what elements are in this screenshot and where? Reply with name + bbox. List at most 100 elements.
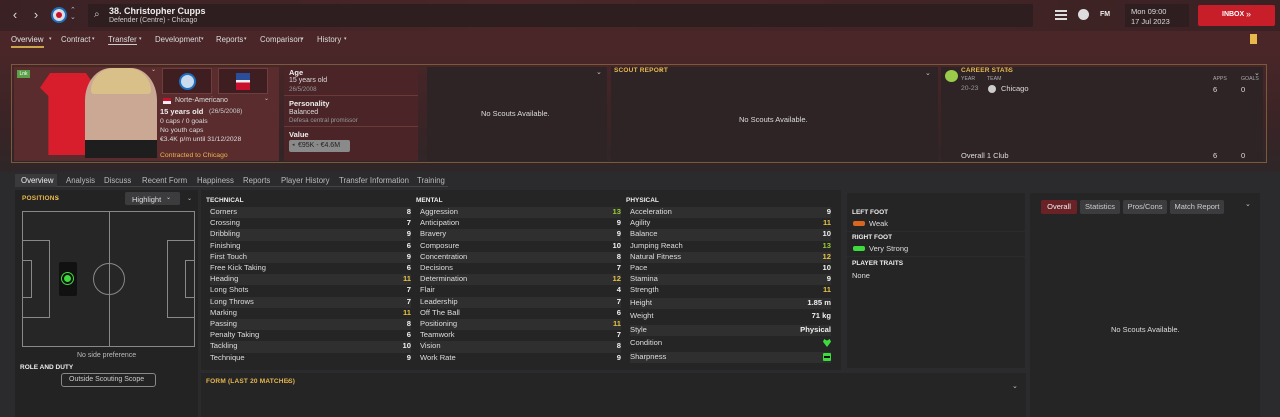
attribute-value: 13	[612, 207, 621, 216]
tab-overview[interactable]: Overview	[21, 176, 54, 185]
no-scouts-3: No Scouts Available.	[1111, 325, 1180, 334]
style-row: Style Physical	[630, 325, 831, 337]
tab-discuss[interactable]: Discuss	[104, 176, 131, 185]
menu-comparison[interactable]: Comparison	[260, 35, 302, 44]
menu-icon[interactable]	[1055, 10, 1067, 20]
menu-contract[interactable]: Contract	[61, 35, 90, 44]
weight-value: 71 kg	[811, 311, 831, 320]
tab-reports[interactable]: Reports	[243, 176, 270, 185]
career-team[interactable]: Chicago	[1001, 84, 1029, 93]
attribute-name: Anticipation	[420, 218, 460, 228]
chevron-down-icon[interactable]: ⌄	[925, 69, 931, 77]
attribute-value: 9	[406, 352, 411, 362]
right-foot-label: RIGHT FOOT	[852, 234, 893, 241]
scouting-scope-label: Outside Scouting Scope	[69, 376, 145, 383]
nation-badge-box[interactable]	[218, 68, 268, 94]
traits-panel	[847, 257, 1025, 368]
menu-transfer[interactable]: Transfer	[108, 35, 137, 45]
back-icon[interactable]: ‹	[8, 8, 22, 22]
personality-label: Personality	[289, 99, 330, 108]
chevron-down-icon[interactable]: ⌄	[1245, 200, 1251, 208]
mental-row: Concentration 8	[420, 251, 621, 263]
form-label[interactable]: FORM (LAST 20 MATCHES)	[206, 378, 295, 385]
career-total-goals: 0	[1241, 151, 1246, 160]
mental-row: Teamwork 7	[420, 330, 621, 341]
tab-overall[interactable]: Overall	[1041, 200, 1077, 214]
caps: 0 caps / 0 goals	[160, 118, 208, 125]
mental-row: Work Rate 9	[420, 353, 621, 364]
contract-status[interactable]: Contracted to Chicago	[160, 152, 228, 159]
status-badge: Lnk	[17, 70, 30, 78]
scout-report-panel	[611, 67, 938, 161]
club-crest-icon	[988, 85, 996, 93]
tab-training[interactable]: Training	[417, 176, 445, 185]
menu-overview[interactable]: Overview	[11, 35, 44, 48]
tab-pros-cons-label: Pros/Cons	[1127, 202, 1163, 211]
position-dot[interactable]	[62, 273, 73, 284]
attribute-name: Passing	[210, 319, 238, 328]
tab-happiness[interactable]: Happiness	[197, 176, 234, 185]
attribute-name: Acceleration	[630, 207, 672, 216]
search-icon[interactable]: ⌕	[94, 9, 100, 20]
attribute-name: Free Kick Taking	[210, 263, 266, 272]
attribute-value: 6	[406, 240, 411, 250]
physical-label: PHYSICAL	[626, 197, 659, 204]
tab-overall-label: Overall	[1047, 202, 1071, 211]
attribute-name: Bravery	[420, 229, 447, 239]
career-goals: 0	[1241, 85, 1246, 94]
career-label[interactable]: CAREER STATS	[961, 67, 1013, 74]
chevron-right-icon: ›	[56, 195, 59, 202]
club-badge-box[interactable]	[162, 68, 212, 94]
forward-icon[interactable]: ›	[29, 8, 43, 22]
physical-row: Acceleration 9	[630, 207, 831, 219]
attribute-name: Concentration	[420, 251, 468, 261]
chevron-down-icon[interactable]: ⌄	[264, 95, 269, 102]
tab-transfer-information[interactable]: Transfer Information	[339, 176, 409, 185]
tab-statistics-label: Statistics	[1084, 202, 1115, 211]
club-switch-icon[interactable]: ⌃ ⌄	[70, 7, 76, 21]
tab-pros-cons[interactable]: Pros/Cons	[1123, 200, 1167, 214]
technical-label: TECHNICAL	[206, 197, 244, 204]
menu-reports[interactable]: Reports	[216, 35, 243, 44]
attribute-value: 9	[616, 352, 621, 362]
attribute-name: Heading	[210, 274, 239, 284]
club-crest-icon[interactable]	[51, 7, 67, 23]
career-apps: 6	[1213, 85, 1218, 94]
chevron-down-icon[interactable]: ⌄	[1012, 382, 1018, 390]
positions-label[interactable]: POSITIONS	[22, 195, 59, 202]
photo-dropdown-icon[interactable]: ⌄	[151, 66, 156, 73]
bookmark-icon[interactable]	[1250, 34, 1257, 44]
attribute-name: Flair	[420, 285, 435, 295]
menu-development[interactable]: Development	[155, 35, 201, 44]
value-label: Value	[289, 130, 309, 139]
attribute-name: Pace	[630, 263, 648, 272]
chevron-down-icon: ▾	[344, 36, 347, 42]
style-label: Style	[630, 325, 647, 334]
inbox-label: INBOX	[1222, 11, 1245, 18]
fm-logo[interactable]: FM	[1100, 11, 1110, 18]
technical-row: Long Throws 7	[210, 296, 411, 308]
tab-player-history[interactable]: Player History	[281, 176, 330, 185]
attribute-name: Vision	[420, 341, 441, 351]
age-line: 15 years old	[160, 107, 204, 116]
settings-icon[interactable]	[1078, 9, 1089, 20]
tab-analysis[interactable]: Analysis	[66, 176, 95, 185]
chevron-down-icon[interactable]: ⌄	[187, 195, 192, 202]
tab-statistics[interactable]: Statistics	[1080, 200, 1120, 214]
attribute-name: Determination	[420, 274, 468, 284]
technical-row: Free Kick Taking 6	[210, 263, 411, 274]
attribute-name: Jumping Reach	[630, 240, 683, 250]
tab-recent-form[interactable]: Recent Form	[142, 176, 187, 185]
attribute-value: 7	[616, 330, 621, 340]
wage: €3.4K p/m until 31/12/2028	[160, 136, 242, 143]
attribute-value: 8	[616, 251, 621, 261]
physical-row: Pace 10	[630, 263, 831, 274]
menu-history[interactable]: History	[317, 35, 341, 44]
attribute-name: Stamina	[630, 274, 658, 284]
chevron-down-icon[interactable]: ⌄	[596, 68, 602, 76]
mental-row: Off The Ball 6	[420, 308, 621, 319]
tab-match-report[interactable]: Match Report	[1170, 200, 1224, 214]
attribute-value: 7	[406, 218, 411, 228]
chevron-right-icon: ›	[1007, 67, 1010, 74]
form-panel	[201, 373, 1026, 417]
